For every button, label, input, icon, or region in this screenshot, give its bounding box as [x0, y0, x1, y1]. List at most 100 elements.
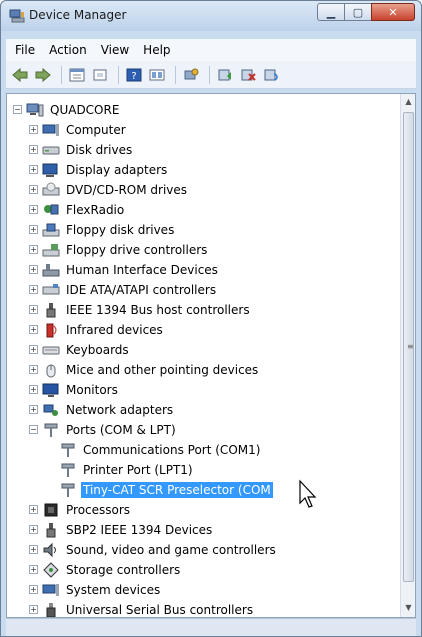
expand-expander[interactable]: +	[29, 225, 38, 234]
vertical-scrollbar[interactable]: ▲ ≡ ▼	[400, 94, 415, 617]
usb-icon	[42, 602, 60, 617]
tree-item-com1[interactable]: Communications Port (COM1)	[46, 440, 262, 459]
title-bar[interactable]: Device Manager ▁ ▢ ✕	[1, 1, 421, 31]
expand-expander[interactable]: +	[29, 565, 38, 574]
expand-expander[interactable]: +	[29, 185, 38, 194]
menu-help[interactable]: Help	[136, 39, 177, 61]
tree-item-disk-drives[interactable]: + Disk drives	[29, 140, 134, 159]
port-icon	[59, 482, 77, 498]
window-title: Device Manager	[29, 8, 127, 22]
properties-grid-icon[interactable]	[67, 65, 87, 85]
display-adapter-icon	[42, 162, 60, 178]
tree-item-floppy-drive-controllers[interactable]: + Floppy drive controllers	[29, 240, 209, 259]
tree-item-keyboards[interactable]: + Keyboards	[29, 340, 131, 359]
tree-item-display-adapters[interactable]: + Display adapters	[29, 160, 169, 179]
tree-item-label: Disk drives	[66, 142, 133, 157]
expand-expander[interactable]: +	[29, 545, 38, 554]
tree-item-ieee-1394-bus-host-controllers[interactable]: + IEEE 1394 Bus host controllers	[29, 300, 252, 319]
tree-connector	[46, 465, 55, 474]
expand-expander[interactable]: +	[29, 205, 38, 214]
scroll-thumb[interactable]: ≡	[403, 112, 414, 582]
expand-expander[interactable]: +	[29, 365, 38, 374]
tree-item-lpt1[interactable]: Printer Port (LPT1)	[46, 460, 195, 479]
expand-expander[interactable]: +	[29, 145, 38, 154]
tree-item-mice[interactable]: + Mice and other pointing devices	[29, 360, 260, 379]
expand-expander[interactable]: +	[29, 605, 38, 614]
tree-item-ports[interactable]: − Ports (COM & LPT)	[29, 420, 178, 439]
expand-expander[interactable]: +	[29, 525, 38, 534]
tree-item-sbp2[interactable]: + SBP2 IEEE 1394 Devices	[29, 520, 214, 539]
tree-item-label: Processors	[66, 502, 131, 517]
sbp2-icon	[42, 522, 60, 538]
tree-item-label: DVD/CD-ROM drives	[66, 182, 188, 197]
expand-expander[interactable]: +	[29, 125, 38, 134]
tree-item-floppy-disk-drives[interactable]: + Floppy disk drives	[29, 220, 176, 239]
update-driver-icon[interactable]	[215, 65, 235, 85]
tree-item-tiny-cat[interactable]: Tiny-CAT SCR Preselector (COM	[46, 480, 273, 499]
help-icon[interactable]: ?	[124, 65, 144, 85]
mouse-icon	[42, 362, 60, 378]
tree-item-label: Display adapters	[66, 162, 168, 177]
tree-item-ide-ata-atapi-controllers[interactable]: + IDE ATA/ATAPI controllers	[29, 280, 218, 299]
maximize-button[interactable]: ▢	[344, 3, 371, 21]
forward-icon[interactable]	[33, 65, 53, 85]
tree-connector	[46, 485, 55, 494]
tree-item-usb[interactable]: + Universal Serial Bus controllers	[29, 600, 255, 617]
menu-view[interactable]: View	[94, 39, 136, 61]
caption-buttons: ▁ ▢ ✕	[317, 3, 415, 21]
tree-item-label: Ports (COM & LPT)	[66, 422, 176, 437]
close-button[interactable]: ✕	[371, 3, 415, 21]
expand-expander[interactable]: +	[29, 285, 38, 294]
expand-expander[interactable]: +	[29, 305, 38, 314]
back-icon[interactable]	[10, 65, 30, 85]
tree-item-storage[interactable]: + Storage controllers	[29, 560, 182, 579]
tree-item-infrared-devices[interactable]: + Infrared devices	[29, 320, 165, 339]
tree-item-network-adapters[interactable]: + Network adapters	[29, 400, 175, 419]
scroll-grip-icon: ≡	[407, 342, 414, 351]
tree-item-monitors[interactable]: + Monitors	[29, 380, 120, 399]
scroll-down-button[interactable]: ▼	[401, 600, 416, 615]
expand-expander[interactable]: +	[29, 325, 38, 334]
expand-expander[interactable]: +	[29, 585, 38, 594]
show-hidden-icon[interactable]	[90, 65, 110, 85]
disable-device-icon[interactable]	[238, 65, 258, 85]
floppy-drive-icon	[42, 222, 60, 238]
tree-item-human-interface-devices[interactable]: + Human Interface Devices	[29, 260, 220, 279]
tree-item-computer[interactable]: + Computer	[29, 120, 128, 139]
toolbar-separator	[61, 65, 62, 84]
device-tree-pane[interactable]: − QUADCORE + Computer + Disk drives + Di…	[6, 93, 416, 618]
minimize-button[interactable]: ▁	[317, 3, 344, 21]
scan-hardware-icon[interactable]	[181, 65, 201, 85]
tree-item-dvd-drives[interactable]: + DVD/CD-ROM drives	[29, 180, 189, 199]
tree-root-label: QUADCORE	[50, 102, 120, 117]
expand-expander[interactable]: +	[29, 505, 38, 514]
svg-text:?: ?	[131, 71, 136, 82]
sound-icon	[42, 542, 60, 558]
tree-item-processors[interactable]: + Processors	[29, 500, 132, 519]
tree-item-sound[interactable]: + Sound, video and game controllers	[29, 540, 278, 559]
collapse-expander[interactable]: −	[29, 425, 38, 434]
expand-expander[interactable]: +	[29, 405, 38, 414]
expand-expander[interactable]: +	[29, 385, 38, 394]
tree-root-row[interactable]: − QUADCORE	[13, 100, 121, 119]
menu-bar: File Action View Help	[6, 39, 416, 61]
tree-item-flexradio[interactable]: + FlexRadio	[29, 200, 126, 219]
computer-icon	[42, 122, 60, 138]
expand-expander[interactable]: +	[29, 165, 38, 174]
tree-item-label: Keyboards	[66, 342, 129, 357]
tree-item-system-devices[interactable]: + System devices	[29, 580, 162, 599]
uninstall-icon[interactable]	[261, 65, 281, 85]
menu-action[interactable]: Action	[42, 39, 94, 61]
menu-file[interactable]: File	[8, 39, 42, 61]
ide-controller-icon	[42, 282, 60, 298]
tree-item-label: Universal Serial Bus controllers	[66, 602, 254, 617]
view-toggle-icon[interactable]	[147, 65, 167, 85]
expand-expander[interactable]: +	[29, 245, 38, 254]
scroll-up-button[interactable]: ▲	[401, 94, 416, 109]
port-icon	[59, 462, 77, 478]
tree-item-label: Infrared devices	[66, 322, 163, 337]
expand-expander[interactable]: +	[29, 345, 38, 354]
expand-expander[interactable]: +	[29, 265, 38, 274]
tree-item-label: IDE ATA/ATAPI controllers	[66, 282, 217, 297]
collapse-expander[interactable]: −	[13, 105, 22, 114]
